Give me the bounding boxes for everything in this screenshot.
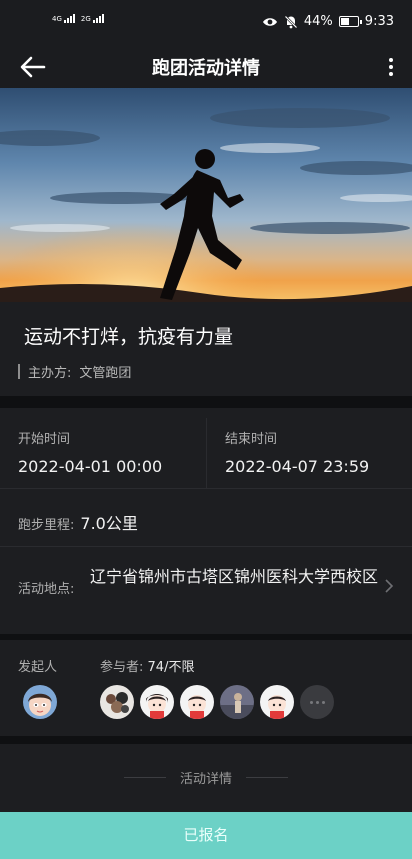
initiator-avatar[interactable] [23,685,57,719]
signal-icon: 4G [52,14,75,23]
activity-info-card: 运动不打烊，抗疫有力量 主办方: 文管跑团 [0,302,412,396]
details-section: 活动详情 [0,744,412,812]
participant-avatar[interactable] [100,685,134,719]
end-time-value: 2022-04-07 23:59 [225,457,370,476]
participants-label: 参与者: 74/不限 [100,656,194,675]
more-vertical-icon[interactable] [386,54,396,80]
clock: 9:33 [364,14,394,29]
page-title: 跑团活动详情 [152,58,260,79]
details-header: 活动详情 [0,768,412,787]
divider [0,546,412,547]
initiator-label: 发起人 [18,660,58,675]
participant-avatar[interactable] [260,685,294,719]
network-type-label: 4G [52,15,62,23]
end-time: 结束时间 2022-04-07 23:59 [225,428,369,476]
registered-button[interactable]: 已报名 [0,812,412,859]
distance-value: 7.0公里 [80,514,138,533]
participants-count: 74/不限 [147,660,195,675]
organizer-label: 主办方: [28,366,72,381]
location-value: 辽宁省锦州市古塔区锦州医科大学西校区 [90,567,379,586]
start-time-label: 开始时间 [18,432,71,447]
divider [18,364,20,379]
organizer-name: 文管跑团 [79,366,132,381]
mute-icon [284,15,298,28]
battery-percent: 44% [303,14,333,29]
divider [0,488,412,489]
eye-icon [262,17,277,26]
location-label: 活动地点: [18,582,75,597]
participant-avatar[interactable] [220,685,254,719]
status-bar: 4G 2G 44% 9:33 [0,0,412,46]
section-gap [0,736,412,744]
distance-label: 跑步里程: [18,518,75,533]
participant-avatar[interactable] [140,685,174,719]
participant-avatar[interactable] [180,685,214,719]
network-type-label: 2G [80,15,91,23]
divider [123,777,166,778]
activity-cover-image [0,88,412,302]
people-card: 发起人 参与者: 74/不限 [0,640,412,736]
distance-row: 跑步里程: 7.0公里 [18,510,138,534]
participants-label-text: 参与者: [100,660,144,675]
section-gap [0,396,412,408]
runner-silhouette-image [0,88,412,302]
divider [206,418,207,488]
start-time-value: 2022-04-01 00:00 [18,457,163,476]
chevron-right-icon[interactable] [384,578,394,594]
end-time-label: 结束时间 [225,432,278,447]
signal-indicators: 4G 2G [52,14,104,23]
battery-icon [338,16,362,27]
details-title: 活动详情 [179,772,232,787]
activity-title: 运动不打烊，抗疫有力量 [24,326,234,348]
more-participants-button[interactable] [300,685,334,719]
start-time: 开始时间 2022-04-01 00:00 [18,428,162,476]
divider [246,777,288,778]
app-header: 跑团活动详情 [0,46,412,88]
schedule-card: 开始时间 2022-04-01 00:00 结束时间 2022-04-07 23… [0,408,412,634]
signal-icon: 2G [81,14,104,23]
organizer-row: 主办方: 文管跑团 [18,362,131,381]
location-row[interactable]: 活动地点: 辽宁省锦州市古塔区锦州医科大学西校区 [18,566,380,597]
status-right: 44% 9:33 [262,14,394,29]
